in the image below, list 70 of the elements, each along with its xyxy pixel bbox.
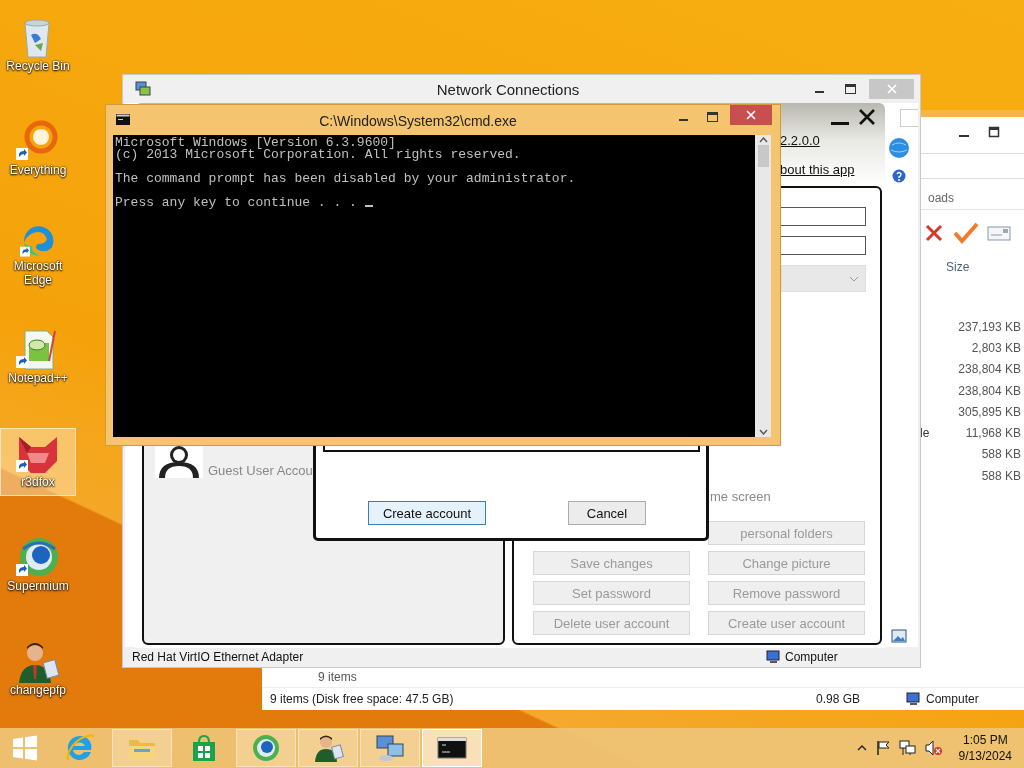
- icon-label[interactable]: Everything: [9, 163, 67, 177]
- maximize-icon[interactable]: [988, 126, 1000, 138]
- user-item[interactable]: Guest User Accou: [153, 444, 315, 480]
- clock-time[interactable]: 1:05 PM: [962, 732, 1008, 748]
- network-icon[interactable]: [898, 740, 917, 756]
- maximize-icon[interactable]: [844, 84, 856, 94]
- scroll-thumb[interactable]: [757, 145, 769, 167]
- status-text: 9 items (Disk free space: 47.5 GB): [270, 692, 455, 706]
- caret-up-icon[interactable]: [856, 745, 867, 751]
- help-icon[interactable]: [892, 169, 906, 183]
- console-icon: [116, 114, 130, 125]
- globe-icon[interactable]: [250, 732, 282, 764]
- icon-label[interactable]: Recycle Bin: [6, 59, 70, 73]
- column-header[interactable]: Size: [920, 256, 1024, 278]
- image-icon[interactable]: [891, 629, 907, 643]
- console-line: Microsoft Windows [Version 6.3.9600]: [115, 137, 397, 149]
- maximize-icon[interactable]: [706, 112, 718, 122]
- speaker-muted-icon[interactable]: [924, 740, 943, 756]
- console-line: Press any key to continue . . .: [115, 195, 357, 210]
- scrollbar[interactable]: [755, 135, 771, 437]
- desktop-icon[interactable]: changepfp: [0, 636, 76, 704]
- dialog-button[interactable]: Cancel: [568, 501, 646, 525]
- table-cell: 238,804 KB: [958, 383, 1021, 398]
- version-link[interactable]: 2.2.0.0: [780, 133, 820, 148]
- desktop-icon[interactable]: r3dfox: [0, 428, 76, 496]
- desktop-icon[interactable]: Microsoft Edge: [0, 220, 76, 288]
- table-cell: le: [920, 426, 930, 441]
- status-text: Red Hat VirtIO Ethernet Adapter: [132, 650, 305, 664]
- icon-label[interactable]: r3dfox: [21, 475, 55, 489]
- search-field[interactable]: [900, 109, 918, 127]
- status-text: Computer: [926, 692, 979, 706]
- table-cell: 305,895 KB: [958, 404, 1021, 419]
- globe-icon[interactable]: [15, 535, 61, 579]
- text-cursor: [364, 205, 373, 207]
- checkmark-icon[interactable]: [952, 221, 980, 245]
- table-cell: 588 KB: [981, 447, 1021, 462]
- taskbar-button[interactable]: [298, 729, 358, 767]
- table-cell: 11,968 KB: [965, 426, 1021, 441]
- flag-icon[interactable]: [874, 740, 891, 756]
- dialog-button[interactable]: Create account: [368, 501, 486, 525]
- network-icon[interactable]: [374, 732, 406, 764]
- icon-label[interactable]: changepfp: [9, 683, 67, 697]
- table-cell: 238,804 KB: [958, 362, 1021, 377]
- icon-label[interactable]: Supermium: [7, 579, 69, 593]
- text-field[interactable]: [781, 236, 866, 255]
- table-cell: 588 KB: [981, 468, 1021, 483]
- globe-icon[interactable]: [888, 137, 910, 159]
- network-icon: [135, 81, 151, 97]
- desktop-icon[interactable]: Recycle Bin: [0, 12, 76, 80]
- clock-date[interactable]: 9/13/2024: [958, 748, 1012, 764]
- console-line: The command prompt has been disabled by your administrator.: [115, 173, 577, 185]
- status-text: Computer: [785, 650, 838, 664]
- icon-label[interactable]: Microsoft Edge: [1, 259, 75, 287]
- status-text: 0.98 GB: [816, 692, 862, 706]
- option-label: me screen: [710, 489, 772, 504]
- user-name: Guest User Accou: [208, 463, 313, 478]
- desktop-icon[interactable]: Supermium: [0, 532, 76, 600]
- console-line: (c) 2013 Microsoft Corporation. All rights reserved.: [115, 149, 522, 161]
- table-cell: 237,193 KB: [958, 319, 1021, 334]
- about-link[interactable]: bout this app: [780, 162, 855, 177]
- icon-label[interactable]: Notepad++: [8, 371, 68, 385]
- table-cell: 2,803 KB: [971, 340, 1021, 355]
- window-title: C:\Windows\System32\cmd.exe: [318, 113, 518, 129]
- computer-icon: [766, 650, 782, 664]
- desktop-icon[interactable]: Everything: [0, 116, 76, 184]
- window-title: Network Connections: [435, 80, 581, 98]
- computer-icon: [906, 692, 922, 706]
- text-field[interactable]: [781, 207, 866, 226]
- user-silhouette-icon: [155, 444, 203, 478]
- desktop-icon[interactable]: Notepad++: [0, 324, 76, 392]
